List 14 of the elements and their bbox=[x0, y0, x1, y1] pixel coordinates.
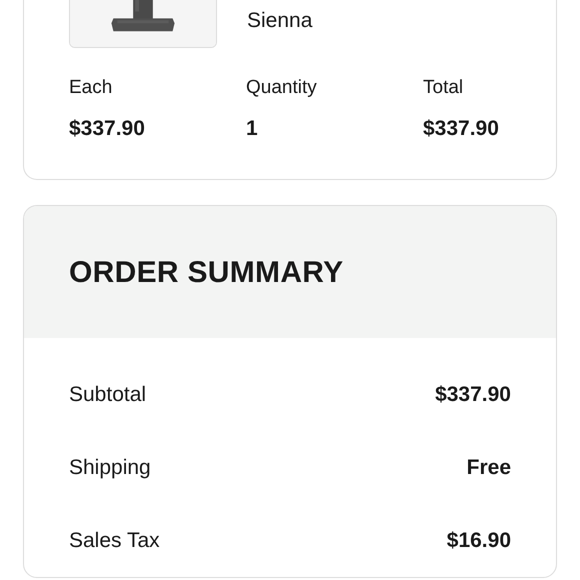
variant-text: Sienna bbox=[247, 8, 312, 34]
summary-label: Sales Tax bbox=[69, 528, 160, 554]
column-label: Quantity bbox=[246, 78, 318, 97]
summary-label: Subtotal bbox=[69, 382, 146, 408]
summary-title: ORDER SUMMARY bbox=[69, 258, 344, 288]
column-label: Total bbox=[423, 78, 464, 97]
column-value: 1 bbox=[246, 118, 259, 139]
summary-value: $337.90 bbox=[435, 382, 511, 408]
summary-value: $16.90 bbox=[446, 528, 511, 554]
column-label: Each bbox=[69, 78, 114, 97]
summary-value: Free bbox=[466, 454, 511, 481]
column-value: $337.90 bbox=[423, 118, 500, 139]
column-value: $337.90 bbox=[69, 118, 146, 139]
summary-label: Shipping bbox=[69, 454, 151, 481]
